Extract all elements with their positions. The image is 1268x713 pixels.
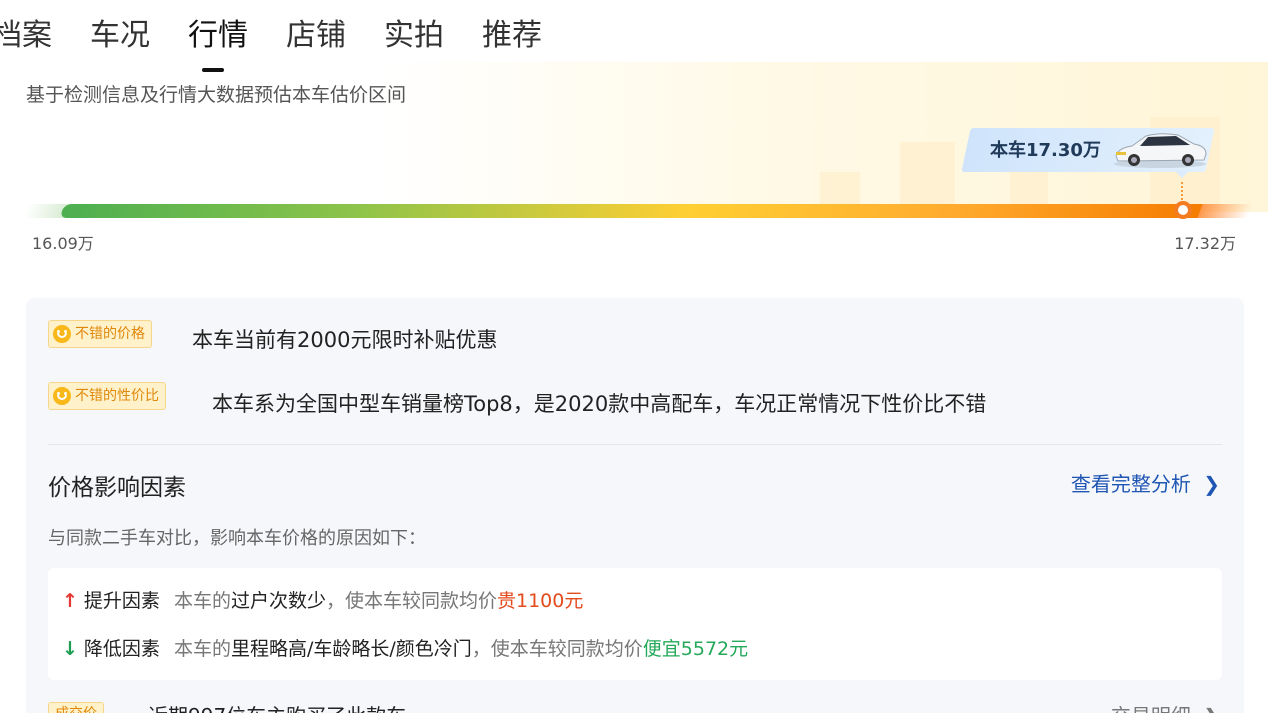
range-min-label: 16.09万 bbox=[32, 234, 94, 253]
chevron-right-icon: ❯ bbox=[1203, 472, 1220, 496]
factor-prefix: 本车的 bbox=[173, 638, 231, 660]
range-max-label: 17.32万 bbox=[1174, 234, 1236, 253]
tab-store[interactable]: 店铺 bbox=[286, 14, 346, 58]
tab-market[interactable]: 行情 bbox=[188, 14, 248, 58]
price-pointer bbox=[1174, 170, 1190, 178]
highlight-text: 本车系为全国中型车销量榜Top8，是2020款中高配车，车况正常情况下性价比不错 bbox=[212, 392, 987, 416]
price-estimate-panel: 基于检测信息及行情大数据预估本车估价区间 本车17.30万 16.09万 17.… bbox=[0, 62, 1268, 274]
transaction-text: 近期997位车主购买了此款车 bbox=[148, 700, 406, 713]
factor-highlight: 便宜5572元 bbox=[642, 638, 749, 660]
price-analysis-card: 不错的价格 本车当前有2000元限时补贴优惠 不错的性价比 本车系为全国中型车销… bbox=[26, 298, 1244, 713]
transaction-details-link[interactable]: 交易明细 ❯ bbox=[1111, 700, 1220, 713]
factor-key: 里程略高/车龄略长/颜色冷门 bbox=[230, 638, 472, 660]
list-item: ↓ 降低因素 本车的里程略高/车龄略长/颜色冷门，使本车较同款均价便宜5572元 bbox=[62, 634, 748, 661]
car-price-marker bbox=[1174, 201, 1192, 219]
car-price-label: 本车17.30万 bbox=[990, 140, 1101, 161]
factor-type: 提升因素 bbox=[83, 590, 160, 612]
view-full-analysis-label: 查看完整分析 bbox=[1070, 472, 1191, 496]
tab-photos[interactable]: 实拍 bbox=[384, 14, 444, 58]
deal-price-badge: 成交价 bbox=[48, 702, 104, 713]
factor-suffix: ，使本车较同款均价 bbox=[471, 638, 643, 660]
estimate-subtitle: 基于检测信息及行情大数据预估本车估价区间 bbox=[26, 84, 407, 106]
divider bbox=[48, 444, 1222, 445]
factors-list: ↑ 提升因素 本车的过户次数少，使本车较同款均价贵1100元 ↓ 降低因素 本车的里程略… bbox=[48, 568, 1222, 680]
tab-condition[interactable]: 车况 bbox=[90, 14, 150, 58]
factor-key: 过户次数少 bbox=[230, 590, 326, 612]
badge-label: 不错的性价比 bbox=[75, 388, 159, 404]
highlight-text: 本车当前有2000元限时补贴优惠 bbox=[192, 328, 498, 352]
chevron-right-icon: ❯ bbox=[1203, 704, 1220, 713]
price-bar-right-fade bbox=[1197, 204, 1253, 218]
factor-highlight: 贵1100元 bbox=[496, 590, 584, 612]
smile-icon bbox=[53, 387, 71, 405]
good-price-badge: 不错的价格 bbox=[48, 320, 152, 348]
factor-prefix: 本车的 bbox=[173, 590, 231, 612]
price-range-bar bbox=[59, 204, 1205, 218]
factors-title: 价格影响因素 bbox=[48, 475, 186, 501]
good-value-badge: 不错的性价比 bbox=[48, 382, 166, 410]
factor-type: 降低因素 bbox=[83, 638, 160, 660]
transaction-row: 成交价 近期997位车主购买了此款车 交易明细 ❯ bbox=[48, 696, 1222, 713]
arrow-down-icon: ↓ bbox=[62, 638, 78, 660]
tab-profile[interactable]: 档案 bbox=[0, 14, 52, 58]
view-full-analysis-link[interactable]: 查看完整分析 ❯ bbox=[1071, 468, 1220, 497]
list-item: ↑ 提升因素 本车的过户次数少，使本车较同款均价贵1100元 bbox=[62, 586, 583, 613]
smile-icon bbox=[53, 325, 71, 343]
car-image bbox=[1114, 133, 1207, 168]
transaction-details-label: 交易明细 bbox=[1111, 704, 1191, 713]
arrow-up-icon: ↑ bbox=[62, 590, 78, 612]
tab-recommend[interactable]: 推荐 bbox=[482, 14, 542, 58]
badge-label: 不错的价格 bbox=[75, 326, 145, 342]
factors-description: 与同款二手车对比，影响本车价格的原因如下： bbox=[48, 528, 426, 549]
factor-suffix: ，使本车较同款均价 bbox=[325, 590, 497, 612]
